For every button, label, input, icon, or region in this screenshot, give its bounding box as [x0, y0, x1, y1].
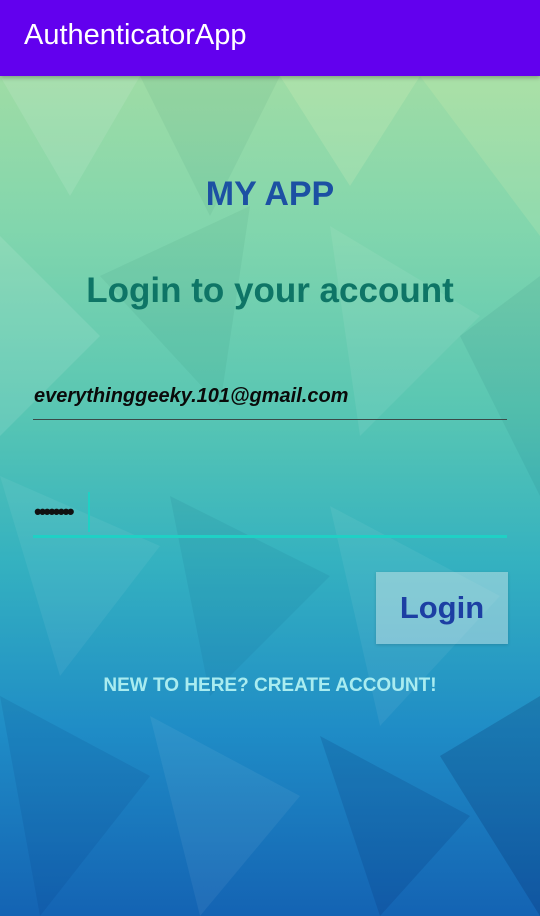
password-masked-value: •••••••• [34, 499, 75, 524]
app-bar: AuthenticatorApp [0, 0, 540, 76]
email-field[interactable] [33, 374, 507, 420]
login-heading: Login to your account [86, 271, 454, 310]
login-button[interactable]: Login [376, 572, 508, 644]
app-title: AuthenticatorApp [24, 19, 247, 51]
app-name-title: MY APP [205, 175, 335, 213]
create-account-link[interactable]: NEW TO HERE? CREATE ACCOUNT! [0, 673, 540, 699]
text-cursor [88, 492, 90, 532]
password-field[interactable]: •••••••• [33, 490, 507, 538]
